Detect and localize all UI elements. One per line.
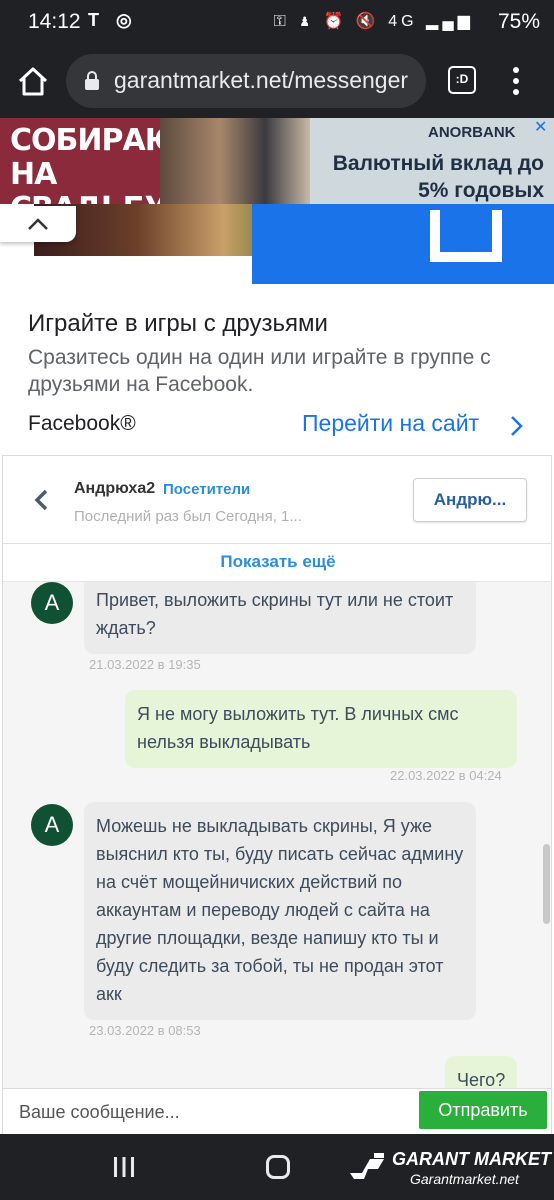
lock-icon bbox=[85, 71, 99, 90]
fb-ad-title: Играйте в игры с друзьями bbox=[28, 310, 328, 337]
url-text: garantmarket.net/messenger bbox=[114, 67, 409, 93]
battery-level: 75% bbox=[497, 10, 540, 33]
message-bubble-incoming: Можешь не выкладывать скрины, Я уже выяс… bbox=[84, 802, 476, 1020]
status-time: 14:12 bbox=[28, 10, 81, 33]
fb-ad-brand: Facebook® bbox=[28, 412, 136, 435]
message-list-scrollbar[interactable] bbox=[543, 844, 550, 924]
fb-ad-description: Сразитесь один на один или играйте в гру… bbox=[28, 346, 491, 396]
message-bubble-outgoing: Чего? bbox=[445, 1056, 517, 1088]
fb-ad-brand-image bbox=[252, 204, 554, 284]
back-arrow-icon[interactable] bbox=[31, 486, 51, 514]
chevron-up-icon bbox=[28, 218, 48, 230]
contact-profile-button[interactable]: Андрю... bbox=[413, 478, 527, 522]
fb-ad-logo-shape bbox=[430, 210, 502, 262]
status-bar: 14:12 T ◎ ⚿ ♟ ⏰ 🔇 4G ▂▄▆ 75% bbox=[0, 0, 554, 44]
banner-ad-text: Валютный вклад до 5% годовых bbox=[332, 152, 544, 202]
last-seen-status: Последний раз был Сегодня, 1... bbox=[74, 508, 302, 525]
message-list[interactable]: A Привет, выложить скрины тут или не сто… bbox=[3, 582, 551, 1088]
avatar[interactable]: A bbox=[31, 804, 73, 846]
fb-ad-image[interactable] bbox=[0, 204, 554, 284]
site-watermark: GARANT MARKET Garantmarket.net bbox=[348, 1147, 551, 1191]
message-text: Привет, выложить скрины тут или не стоит… bbox=[96, 590, 454, 638]
browser-toolbar: garantmarket.net/messenger :D bbox=[0, 44, 554, 118]
banner-ad-brand: ANORBANK bbox=[428, 124, 516, 141]
notification-icons: T ◎ bbox=[88, 10, 138, 30]
message-timestamp: 23.03.2022 в 08:53 bbox=[89, 1023, 201, 1038]
banner-ad-photo bbox=[160, 118, 310, 204]
contact-role-badge: Посетители bbox=[163, 481, 251, 498]
message-text: Можешь не выкладывать скрины, Я уже выяс… bbox=[96, 816, 464, 1004]
banner-ad-left-text: СОБИРАЮ НА СВАДЬБУ bbox=[10, 123, 180, 205]
messenger-widget: Андрюха2 Посетители Последний раз был Се… bbox=[2, 455, 552, 1150]
chat-header: Андрюха2 Посетители Последний раз был Се… bbox=[3, 456, 551, 544]
home-icon[interactable] bbox=[16, 65, 50, 99]
address-bar[interactable]: garantmarket.net/messenger bbox=[66, 54, 426, 108]
ad-close-icon[interactable]: ✕ bbox=[534, 120, 550, 136]
chevron-right-icon[interactable] bbox=[508, 414, 524, 438]
message-text: Я не могу выложить тут. В личных смс нел… bbox=[137, 704, 459, 752]
message-text: Чего? bbox=[457, 1070, 506, 1088]
garant-logo-icon bbox=[350, 1153, 384, 1179]
collapse-ad-button[interactable] bbox=[0, 206, 76, 242]
watermark-subtitle: Garantmarket.net bbox=[410, 1171, 519, 1187]
avatar[interactable]: A bbox=[31, 582, 73, 624]
send-button[interactable]: Отправить bbox=[419, 1091, 547, 1129]
banner-ad-left-panel: СОБИРАЮ НА СВАДЬБУ bbox=[0, 118, 180, 204]
message-input[interactable] bbox=[19, 1097, 409, 1127]
fb-ad-cta-link[interactable]: Перейти на сайт bbox=[302, 410, 479, 437]
watermark-title: GARANT MARKET bbox=[392, 1149, 551, 1169]
banner-ad[interactable]: СОБИРАЮ НА СВАДЬБУ ANORBANK Валютный вкл… bbox=[0, 118, 554, 204]
system-status-icons: ⚿ ♟ ⏰ 🔇 4G ▂▄▆ bbox=[273, 13, 474, 30]
message-timestamp: 21.03.2022 в 19:35 bbox=[89, 657, 201, 672]
message-timestamp: 22.03.2022 в 04:24 bbox=[390, 768, 502, 783]
system-nav-bar: GARANT MARKET Garantmarket.net bbox=[0, 1134, 554, 1200]
recents-icon[interactable] bbox=[112, 1156, 136, 1178]
message-bubble-outgoing: Я не могу выложить тут. В личных смс нел… bbox=[125, 690, 517, 768]
overflow-menu-icon[interactable] bbox=[506, 64, 526, 98]
message-bubble-incoming: Привет, выложить скрины тут или не стоит… bbox=[84, 582, 476, 654]
tab-switcher-button[interactable]: :D bbox=[448, 66, 476, 94]
home-button-icon[interactable] bbox=[266, 1155, 290, 1179]
show-more-button[interactable]: Показать ещё bbox=[3, 544, 551, 582]
contact-name: Андрюха2 bbox=[74, 480, 156, 497]
